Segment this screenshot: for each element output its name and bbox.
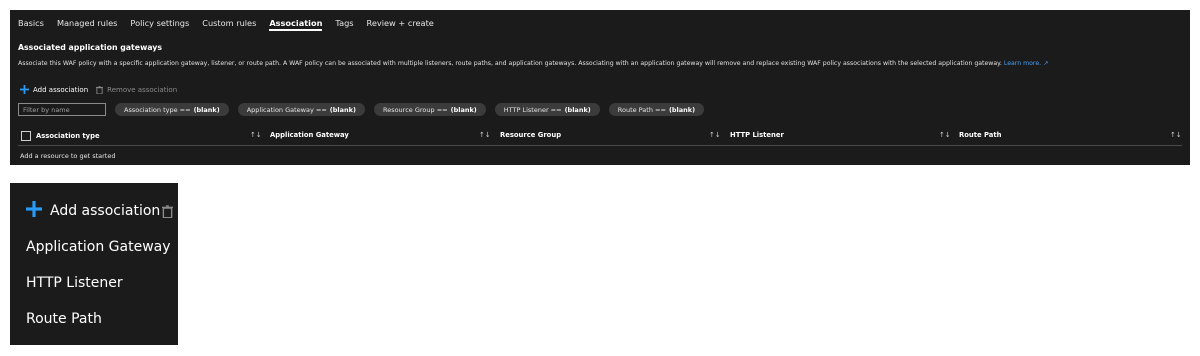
learn-more-link[interactable]: Learn more. ↗ xyxy=(1004,60,1048,67)
pill-label: Association type == xyxy=(124,105,191,114)
tab-association[interactable]: Association xyxy=(269,18,323,31)
pill-label: Resource Group == xyxy=(382,105,448,114)
filter-by-name-input[interactable] xyxy=(18,103,106,116)
tab-bar: Basics Managed rules Policy settings Cus… xyxy=(18,18,434,31)
tab-custom-rules[interactable]: Custom rules xyxy=(202,18,256,31)
sort-icon[interactable]: ↑↓ xyxy=(939,131,951,139)
sort-icon[interactable]: ↑↓ xyxy=(479,131,491,139)
trash-icon xyxy=(96,85,104,94)
pill-value: (blank) xyxy=(450,105,477,114)
column-label[interactable]: HTTP Listener xyxy=(730,131,784,139)
tab-review-create[interactable]: Review + create xyxy=(367,18,434,31)
add-association-button-zoomed[interactable]: Add association xyxy=(26,201,160,221)
add-association-label: Add association xyxy=(33,85,89,94)
pill-value: (blank) xyxy=(564,105,591,114)
section-title: Associated application gateways xyxy=(18,43,163,52)
description-text: Associate this WAF policy with a specifi… xyxy=(18,60,1002,67)
learn-more-label: Learn more. xyxy=(1003,60,1042,67)
tab-tags[interactable]: Tags xyxy=(335,18,353,31)
column-route-path: Route Path xyxy=(959,131,1001,139)
menu-item-route-path[interactable]: Route Path xyxy=(26,311,102,327)
add-association-label: Add association xyxy=(50,203,161,219)
pill-value: (blank) xyxy=(193,105,220,114)
pill-value: (blank) xyxy=(329,105,356,114)
filter-pill-http-listener[interactable]: HTTP Listener == (blank) xyxy=(494,103,600,116)
tab-policy-settings[interactable]: Policy settings xyxy=(130,18,189,31)
column-resource-group: Resource Group xyxy=(500,131,561,139)
remove-association-button[interactable]: Remove association xyxy=(96,86,177,94)
section-description: Associate this WAF policy with a specifi… xyxy=(18,60,1048,67)
trash-icon[interactable] xyxy=(162,203,173,222)
tab-managed-rules[interactable]: Managed rules xyxy=(57,18,117,31)
select-all-checkbox[interactable] xyxy=(21,131,31,141)
external-link-icon: ↗ xyxy=(1043,60,1049,67)
column-association-type: Association type xyxy=(21,131,100,141)
sort-icon[interactable]: ↑↓ xyxy=(709,131,721,139)
plus-icon xyxy=(26,201,42,221)
table-header: Association type ↑↓ Application Gateway … xyxy=(18,128,1182,143)
remove-association-label: Remove association xyxy=(107,85,178,94)
association-panel: Basics Managed rules Policy settings Cus… xyxy=(10,10,1190,165)
filter-pill-association-type[interactable]: Association type == (blank) xyxy=(115,103,229,116)
pill-value: (blank) xyxy=(668,105,696,114)
plus-icon xyxy=(20,85,29,94)
empty-state-message: Add a resource to get started xyxy=(20,152,116,160)
column-application-gateway: Application Gateway xyxy=(270,131,349,139)
sort-icon[interactable]: ↑↓ xyxy=(1170,131,1182,139)
pill-label: Route Path == xyxy=(617,105,666,114)
column-label[interactable]: Application Gateway xyxy=(270,131,349,139)
column-label[interactable]: Association type xyxy=(36,132,100,140)
sort-icon[interactable]: ↑↓ xyxy=(250,131,262,139)
filter-bar: Association type ==(blank) Application G… xyxy=(18,103,705,116)
filter-pill-route-path[interactable]: Route Path == (blank) xyxy=(608,103,705,116)
column-label[interactable]: Route Path xyxy=(959,131,1001,139)
pill-label: Application Gateway == xyxy=(246,105,327,114)
column-http-listener: HTTP Listener xyxy=(730,131,784,139)
add-association-button[interactable]: Add association xyxy=(20,85,88,94)
zoomed-add-association-menu: Add association Application Gateway HTTP… xyxy=(10,183,178,345)
filter-pill-application-gateway[interactable]: Application Gateway == (blank) xyxy=(237,103,365,116)
table-divider xyxy=(18,145,1182,146)
filter-pill-resource-group[interactable]: Resource Group == (blank) xyxy=(373,103,486,116)
tab-basics[interactable]: Basics xyxy=(18,18,44,31)
pill-label: HTTP Listener == xyxy=(503,105,562,114)
menu-item-application-gateway[interactable]: Application Gateway xyxy=(26,239,171,255)
menu-item-http-listener[interactable]: HTTP Listener xyxy=(26,275,123,291)
column-label[interactable]: Resource Group xyxy=(500,131,561,139)
toolbar: Add association Remove association xyxy=(20,85,177,94)
